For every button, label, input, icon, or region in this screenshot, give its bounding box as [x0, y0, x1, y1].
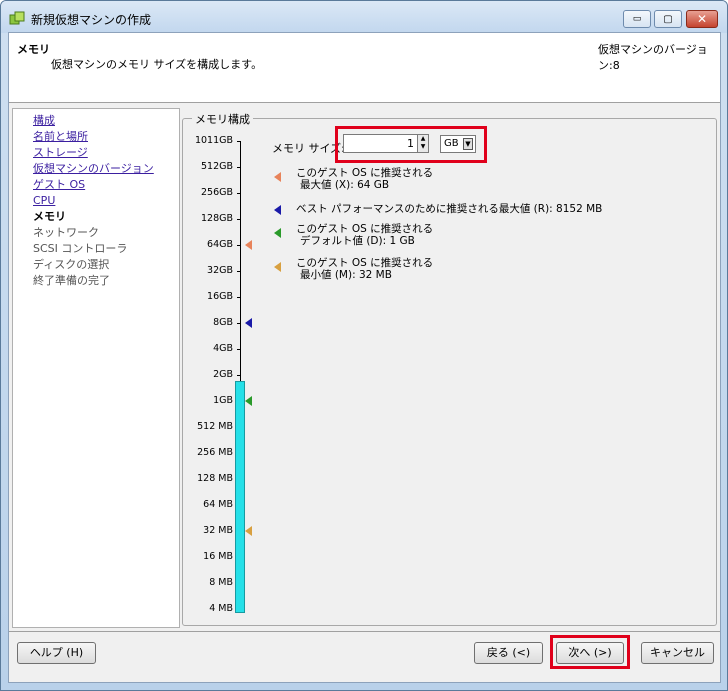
ruler-tick-label: 128 MB: [197, 473, 233, 484]
wizard-client: メモリ 仮想マシンのメモリ サイズを構成します。 仮想マシンのバージョン:8 構…: [8, 32, 721, 683]
min-marker-icon: [245, 526, 252, 536]
ruler-tick-label: 64GB: [207, 239, 233, 250]
step-item: ネットワーク: [33, 226, 99, 239]
ruler-tick: [237, 349, 241, 350]
ruler-tick-label: 8GB: [213, 317, 233, 328]
legend-max: このゲスト OS に推奨される 最大値 (X): 64 GB: [274, 167, 574, 195]
min-marker-icon: [274, 262, 281, 272]
ruler-tick-label: 512 MB: [197, 421, 233, 432]
step-item[interactable]: ゲスト OS: [33, 177, 154, 193]
maximize-button[interactable]: ▢: [654, 10, 682, 28]
close-button[interactable]: ✕: [686, 10, 718, 28]
ruler-tick-label: 32GB: [207, 265, 233, 276]
legend-best: ベスト パフォーマンスのために推奨される最大値 (R): 8152 MB: [274, 203, 602, 217]
legend-max-line2: 最大値 (X): 64 GB: [300, 179, 390, 191]
legend-default-line1: このゲスト OS に推奨される: [296, 223, 434, 235]
maximize-icon: ▢: [663, 13, 673, 25]
step-item[interactable]: CPU: [33, 193, 154, 209]
wizard-steps: 構成 名前と場所 ストレージ 仮想マシンのバージョン ゲスト OS CPU メモリネットワー…: [12, 108, 180, 628]
best-marker-icon: [245, 318, 252, 328]
memory-size-label: メモリ サイズ:: [272, 142, 345, 155]
legend-max-line1: このゲスト OS に推奨される: [296, 167, 434, 179]
ruler-tick: [237, 219, 241, 220]
minimize-icon: ▭: [632, 14, 642, 24]
ruler-tick-label: 64 MB: [203, 499, 233, 510]
minimize-button[interactable]: ▭: [623, 10, 651, 28]
ruler-tick: [237, 323, 241, 324]
ruler-tick: [237, 271, 241, 272]
ruler-tick: [237, 193, 241, 194]
default-marker-icon: [274, 228, 281, 238]
ruler-tick-label: 4GB: [213, 343, 233, 354]
memory-level-fill: [235, 381, 245, 613]
default-marker-icon: [245, 396, 252, 406]
panel-legend: メモリ構成: [192, 111, 253, 127]
ruler-tick: [237, 297, 241, 298]
step-item: SCSI コントローラ: [33, 242, 128, 255]
highlight-next-button: [550, 635, 630, 669]
step-item[interactable]: 名前と場所: [33, 129, 154, 145]
cancel-button[interactable]: キャンセル: [641, 642, 714, 664]
ruler-tick-label: 2GB: [213, 369, 233, 380]
step-item: 終了準備の完了: [33, 274, 110, 287]
ruler-tick-label: 16GB: [207, 291, 233, 302]
footer-divider: [9, 631, 720, 632]
legend-min: このゲスト OS に推奨される 最小値 (M): 32 MB: [274, 257, 574, 285]
ruler-tick-label: 16 MB: [203, 551, 233, 562]
ruler-tick-label: 8 MB: [209, 577, 233, 588]
ruler-tick-label: 256 MB: [197, 447, 233, 458]
ruler-tick-label: 1GB: [213, 395, 233, 406]
ruler-tick-label: 512GB: [200, 161, 233, 172]
best-marker-icon: [274, 205, 281, 215]
max-marker-icon: [274, 172, 281, 182]
window-title: 新規仮想マシンの作成: [31, 13, 152, 27]
step-item[interactable]: 構成: [33, 113, 154, 129]
back-button[interactable]: 戻る (<): [474, 642, 543, 664]
legend-best-text: ベスト パフォーマンスのために推奨される最大値 (R): 8152 MB: [296, 203, 603, 215]
max-marker-icon: [245, 240, 252, 250]
ruler-tick-label: 1011GB: [194, 135, 233, 146]
legend-default: このゲスト OS に推奨される デフォルト値 (D): 1 GB: [274, 223, 574, 251]
ruler-tick-label: 4 MB: [209, 603, 233, 614]
steps-list: 構成 名前と場所 ストレージ 仮想マシンのバージョン ゲスト OS CPU メモリネットワー…: [13, 113, 154, 289]
ruler-tick: [237, 141, 241, 142]
ruler-tick: [237, 375, 241, 376]
page-subtitle: 仮想マシンのメモリ サイズを構成します。: [51, 58, 263, 71]
wizard-window: 新規仮想マシンの作成 ▭ ▢ ✕ メモリ 仮想マシンのメモリ サイズを構成します…: [0, 0, 728, 691]
vm-app-icon: [9, 11, 25, 25]
ruler-tick-label: 256GB: [200, 187, 233, 198]
ruler-tick: [237, 167, 241, 168]
step-item: ディスクの選択: [33, 258, 110, 271]
title-bar[interactable]: 新規仮想マシンの作成 ▭ ▢ ✕: [1, 1, 727, 33]
legend-min-line2: 最小値 (M): 32 MB: [300, 269, 392, 281]
vm-version-label: 仮想マシンのバージョン:8: [598, 43, 708, 72]
memory-ruler[interactable]: 1011GB 512GB 256GB 128GB 64GB 32GB 16GB 8GB 4GB 2…: [183, 128, 283, 623]
step-item[interactable]: 仮想マシンのバージョン: [33, 161, 154, 177]
highlight-memory-input: [335, 126, 487, 163]
close-icon: ✕: [696, 12, 708, 26]
page-title: メモリ: [17, 43, 50, 56]
help-button[interactable]: ヘルプ (H): [17, 642, 96, 664]
step-item: メモリ: [33, 210, 66, 223]
ruler-tick-label: 32 MB: [203, 525, 233, 536]
legend-min-line1: このゲスト OS に推奨される: [296, 257, 434, 269]
ruler-tick-label: 128GB: [200, 213, 233, 224]
ruler-tick: [237, 245, 241, 246]
wizard-header: メモリ 仮想マシンのメモリ サイズを構成します。 仮想マシンのバージョン:8: [9, 33, 720, 103]
legend-default-line2: デフォルト値 (D): 1 GB: [300, 235, 415, 247]
step-item[interactable]: ストレージ: [33, 145, 154, 161]
